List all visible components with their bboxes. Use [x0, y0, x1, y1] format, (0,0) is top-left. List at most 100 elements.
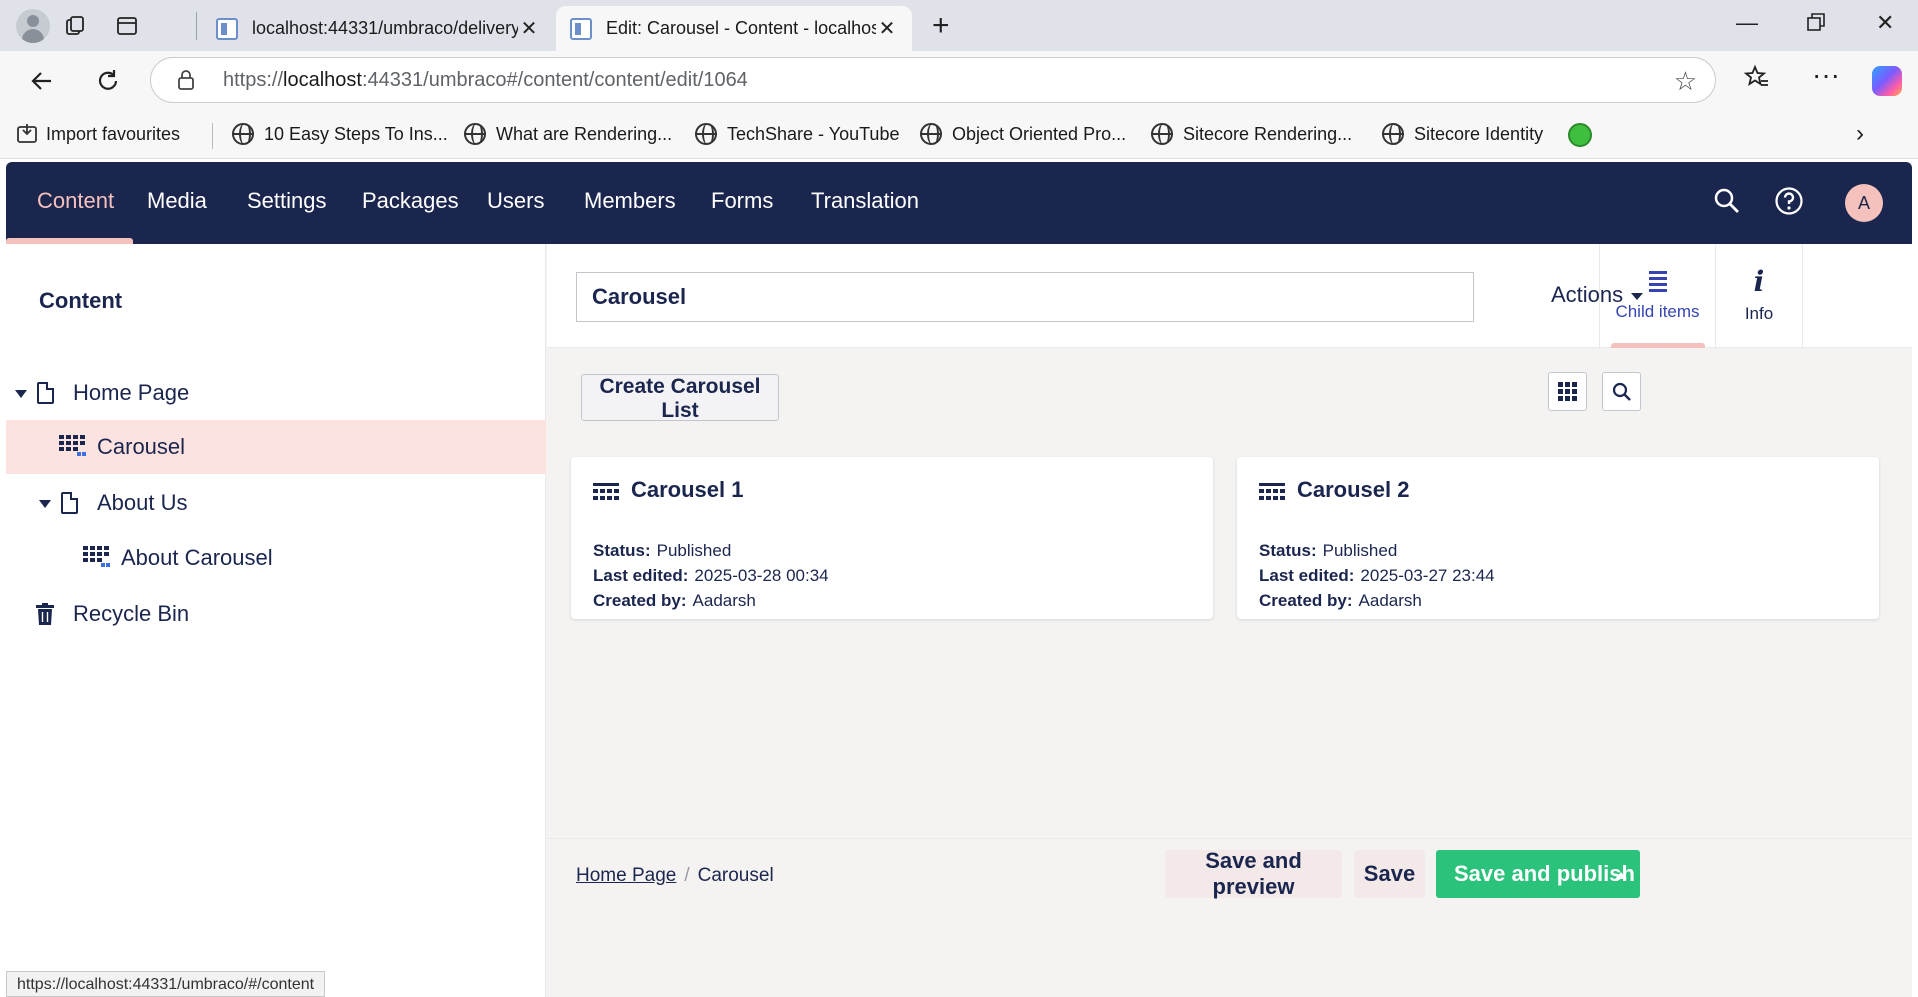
nav-media[interactable]: Media [147, 188, 207, 214]
document-icon [37, 382, 54, 404]
favorite-label: Sitecore Rendering... [1183, 123, 1353, 144]
minimize-icon[interactable]: — [1736, 10, 1758, 36]
chevron-right-icon[interactable]: › [1856, 120, 1864, 148]
child-item-card[interactable]: Carousel 2 Status: Published Last edited:… [1237, 457, 1879, 619]
search-icon[interactable] [1710, 184, 1744, 218]
address-bar-row: https://localhost:44331/umbraco#/content… [0, 51, 1918, 111]
favorite-link[interactable]: Object Oriented Pro... [920, 123, 1126, 145]
favorite-link[interactable]: TechShare - YouTube [695, 123, 899, 145]
nav-translation[interactable]: Translation [811, 188, 919, 214]
tab-separator [196, 12, 197, 40]
breadcrumb-separator: / [684, 865, 690, 886]
trash-icon [36, 603, 54, 625]
favorite-label: TechShare - YouTube [727, 123, 900, 144]
carousel-grid-icon [83, 546, 111, 568]
favorite-star-icon[interactable]: ☆ [1674, 66, 1697, 97]
import-icon [17, 124, 37, 143]
tree-node-label: About Us [97, 490, 188, 515]
tree-node-home-page[interactable]: Home Page [6, 366, 546, 420]
tree-node-carousel[interactable]: Carousel [6, 420, 546, 474]
card-status: Status: Published [1259, 541, 1398, 560]
favorite-label: Object Oriented Pro... [952, 123, 1127, 144]
browser-tab-edit-carousel[interactable]: Edit: Carousel - Content - localhost ✕ [556, 6, 912, 51]
page-favicon-icon [570, 17, 592, 40]
help-icon[interactable] [1772, 184, 1806, 218]
search-list-button[interactable] [1602, 372, 1641, 411]
tree-node-label: Recycle Bin [73, 601, 190, 626]
content-name-input[interactable] [576, 272, 1474, 322]
info-icon: i [1753, 265, 1765, 298]
user-avatar[interactable]: A [1845, 184, 1883, 222]
editor-header: Child items i Info Actions [547, 244, 1912, 348]
tree-node-label: About Carousel [121, 545, 273, 570]
tab-title: localhost:44331/umbraco/delivery [252, 18, 518, 38]
globe-icon [232, 123, 254, 145]
breadcrumb-home-page-link[interactable]: Home Page [576, 865, 676, 886]
lock-icon[interactable] [177, 70, 195, 90]
card-title[interactable]: Carousel 2 [1297, 477, 1410, 503]
tree-node-about-carousel[interactable]: About Carousel [6, 531, 546, 585]
url-text: https://localhost:44331/umbraco#/content… [223, 69, 748, 91]
tree-title: Content [39, 288, 123, 313]
caret-down-icon [1631, 292, 1644, 300]
caret-down-icon[interactable] [15, 390, 27, 398]
favorite-label: Import favourites [46, 123, 181, 144]
favorite-link[interactable]: What are Rendering... [464, 123, 672, 145]
more-options-icon[interactable]: ··· [1812, 59, 1840, 91]
actions-label: Actions [1551, 282, 1624, 307]
favorite-link[interactable]: Sitecore Rendering... [1151, 123, 1352, 145]
save-button[interactable]: Save [1354, 850, 1425, 898]
tab-label: Info [1744, 304, 1774, 323]
breadcrumb-current: Carousel [697, 865, 774, 886]
caret-down-icon[interactable] [39, 500, 51, 508]
globe-icon [920, 123, 942, 145]
tab-info[interactable]: i Info [1715, 244, 1802, 348]
new-tab-icon[interactable]: + [932, 9, 950, 43]
card-status: Status: Published [593, 541, 732, 560]
carousel-grid-icon [1259, 483, 1285, 503]
tree-node-about-us[interactable]: About Us [6, 476, 546, 530]
content-tree: Content Home Page Carousel About Us Abou… [6, 244, 546, 997]
profile-avatar-icon[interactable] [16, 9, 50, 43]
refresh-icon[interactable] [90, 63, 126, 99]
restore-icon[interactable] [1806, 12, 1826, 38]
favorites-bar: Import favourites 10 Easy Steps To Ins..… [0, 111, 1918, 159]
card-created-by: Created by: Aadarsh [1259, 591, 1422, 610]
nav-settings[interactable]: Settings [247, 188, 327, 214]
nav-forms[interactable]: Forms [711, 188, 773, 214]
breadcrumb: Home Page / Carousel [576, 865, 774, 887]
vertical-tabs-icon[interactable] [113, 12, 141, 40]
import-favourites-link[interactable]: Import favourites [16, 123, 180, 145]
card-created-by: Created by: Aadarsh [593, 591, 756, 610]
publish-options-toggle[interactable] [1601, 850, 1641, 898]
card-last-edited: Last edited: 2025-03-28 00:34 [593, 566, 829, 585]
actions-dropdown[interactable]: Actions [1551, 282, 1644, 308]
close-tab-icon[interactable]: ✕ [518, 16, 540, 41]
actions-tab-area [1802, 244, 1912, 348]
list-icon [1648, 271, 1667, 292]
nav-packages[interactable]: Packages [362, 188, 459, 214]
browser-tab-strip: localhost:44331/umbraco/delivery ✕ Edit:… [0, 0, 1918, 51]
grid-view-icon [1557, 381, 1577, 401]
nav-users[interactable]: Users [487, 188, 544, 214]
save-and-preview-button[interactable]: Save and preview [1165, 848, 1342, 899]
url-field[interactable]: https://localhost:44331/umbraco#/content… [150, 57, 1716, 103]
extension-favorite-icon[interactable] [1568, 123, 1592, 147]
close-tab-icon[interactable]: ✕ [876, 16, 898, 41]
child-item-card[interactable]: Carousel 1 Status: Published Last edited:… [571, 457, 1213, 619]
nav-members[interactable]: Members [584, 188, 676, 214]
nav-content[interactable]: Content [37, 188, 114, 214]
workspaces-icon[interactable] [62, 12, 90, 40]
umbraco-backoffice: Content Media Settings Packages Users Me… [6, 162, 1912, 997]
favorite-link[interactable]: Sitecore Identity [1382, 123, 1543, 145]
grid-view-button[interactable] [1548, 372, 1587, 411]
create-carousel-list-button[interactable]: Create Carousel List [581, 374, 779, 422]
browser-tab-delivery[interactable]: localhost:44331/umbraco/delivery ✕ [202, 6, 554, 51]
back-icon[interactable] [24, 63, 60, 99]
card-title[interactable]: Carousel 1 [631, 477, 744, 503]
favorites-icon[interactable] [1743, 64, 1770, 97]
close-window-icon[interactable]: ✕ [1876, 10, 1894, 36]
copilot-icon[interactable] [1872, 66, 1902, 96]
favorite-link[interactable]: 10 Easy Steps To Ins... [232, 123, 448, 145]
tree-node-recycle-bin[interactable]: Recycle Bin [6, 587, 546, 641]
